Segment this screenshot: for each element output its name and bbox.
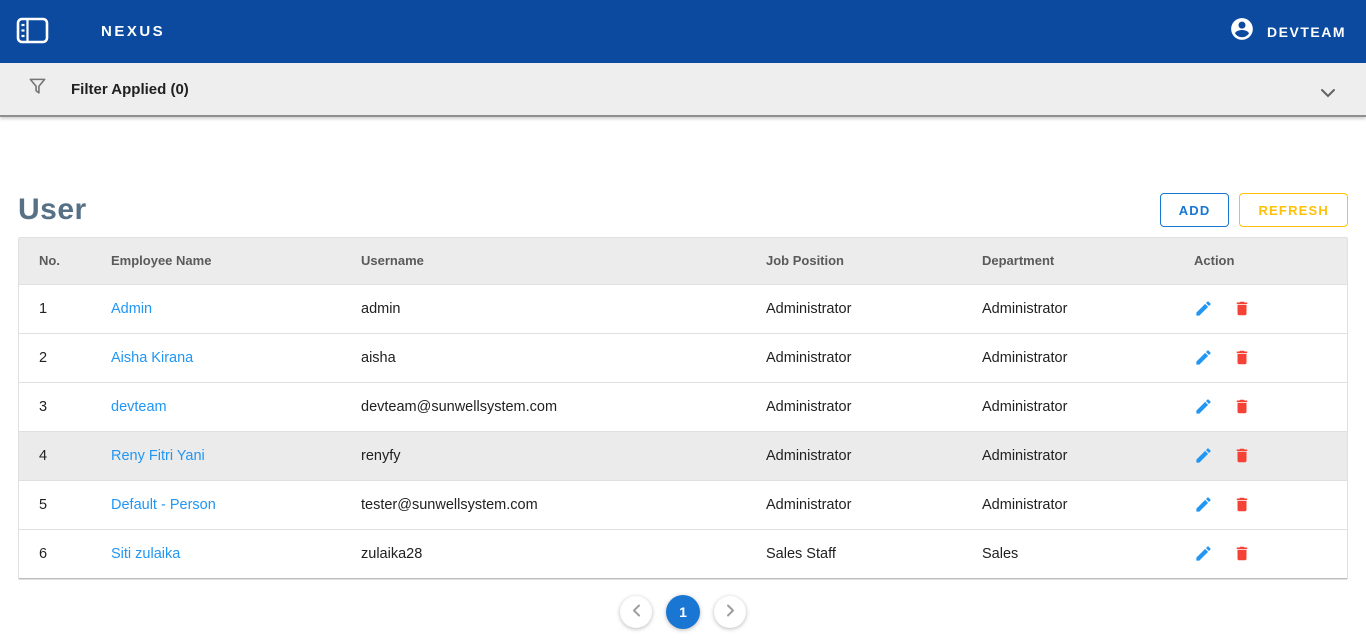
column-header-department: Department [962,238,1174,285]
employee-name-link[interactable]: Reny Fitri Yani [111,448,205,464]
column-header-no: No. [19,238,91,285]
employee-name-link[interactable]: Default - Person [111,497,216,513]
cell-username: aisha [341,333,746,383]
page-header: User ADD REFRESH [18,193,1348,227]
refresh-button[interactable]: REFRESH [1239,193,1348,227]
page-number-button[interactable]: 1 [666,594,700,629]
pagination: 1 [18,594,1348,629]
cell-no: 3 [19,382,91,432]
delete-button[interactable] [1233,397,1251,416]
edit-button[interactable] [1194,446,1213,465]
next-page-button[interactable] [714,595,746,628]
main-content: User ADD REFRESH No. Employee Name Usern… [0,117,1366,629]
edit-button[interactable] [1194,495,1213,514]
app-bar: NEXUS DEVTEAM [0,0,1366,63]
appbar-left: NEXUS [12,13,165,51]
cell-no: 2 [19,333,91,383]
header-actions: ADD REFRESH [1159,193,1348,227]
delete-button[interactable] [1233,544,1251,563]
cell-no: 6 [19,529,91,579]
cell-job-position: Administrator [746,284,962,334]
chevron-left-icon [632,604,641,620]
delete-button[interactable] [1233,495,1251,514]
cell-no: 1 [19,284,91,334]
edit-button[interactable] [1194,299,1213,318]
employee-name-link[interactable]: Admin [111,301,152,317]
table-row: 3 devteam devteam@sunwellsystem.com Admi… [19,382,1347,432]
brand-logo-text: NEXUS [101,23,166,40]
cell-username: admin [341,284,746,334]
cell-department: Sales [962,529,1174,579]
edit-button[interactable] [1194,397,1213,416]
sidebar-toggle-button[interactable] [12,13,53,51]
delete-button[interactable] [1233,348,1251,367]
filter-bar[interactable]: Filter Applied (0) [0,63,1366,117]
filter-applied-label: Filter Applied (0) [71,80,189,98]
cell-no: 4 [19,431,91,481]
column-header-employee-name: Employee Name [91,238,341,285]
prev-page-button[interactable] [620,595,652,628]
add-button[interactable]: ADD [1159,193,1230,227]
cell-job-position: Administrator [746,333,962,383]
cell-username: renyfy [341,431,746,481]
cell-department: Administrator [962,382,1174,432]
table-row: 5 Default - Person tester@sunwellsystem.… [19,480,1347,530]
cell-username: devteam@sunwellsystem.com [341,382,746,432]
user-menu[interactable]: DEVTEAM [1229,16,1346,47]
cell-job-position: Administrator [746,480,962,530]
cell-department: Administrator [962,480,1174,530]
cell-job-position: Administrator [746,431,962,481]
funnel-icon [28,77,47,101]
delete-button[interactable] [1233,299,1251,318]
cell-job-position: Sales Staff [746,529,962,579]
account-circle-icon [1229,16,1255,47]
user-name-label: DEVTEAM [1267,23,1346,40]
employee-name-link[interactable]: Aisha Kirana [111,350,193,366]
table-row: 1 Admin admin Administrator Administrato… [19,284,1347,334]
column-header-username: Username [341,238,746,285]
sidebar-panel-icon [16,17,49,47]
page-title: User [18,193,87,226]
cell-username: zulaika28 [341,529,746,579]
column-header-action: Action [1174,238,1347,285]
employee-name-link[interactable]: devteam [111,399,167,415]
cell-department: Administrator [962,333,1174,383]
table-row: 6 Siti zulaika zulaika28 Sales Staff Sal… [19,529,1347,579]
edit-button[interactable] [1194,544,1213,563]
edit-button[interactable] [1194,348,1213,367]
delete-button[interactable] [1233,446,1251,465]
cell-department: Administrator [962,284,1174,334]
chevron-down-icon[interactable] [1320,85,1336,103]
table-row: 2 Aisha Kirana aisha Administrator Admin… [19,333,1347,383]
cell-no: 5 [19,480,91,530]
cell-department: Administrator [962,431,1174,481]
chevron-right-icon [726,604,735,620]
cell-job-position: Administrator [746,382,962,432]
user-table: No. Employee Name Username Job Position … [18,237,1348,580]
table-row-highlighted: 4 Reny Fitri Yani renyfy Administrator A… [19,431,1347,481]
column-header-job-position: Job Position [746,238,962,285]
employee-name-link[interactable]: Siti zulaika [111,546,180,562]
table-header-row: No. Employee Name Username Job Position … [19,238,1347,285]
cell-username: tester@sunwellsystem.com [341,480,746,530]
